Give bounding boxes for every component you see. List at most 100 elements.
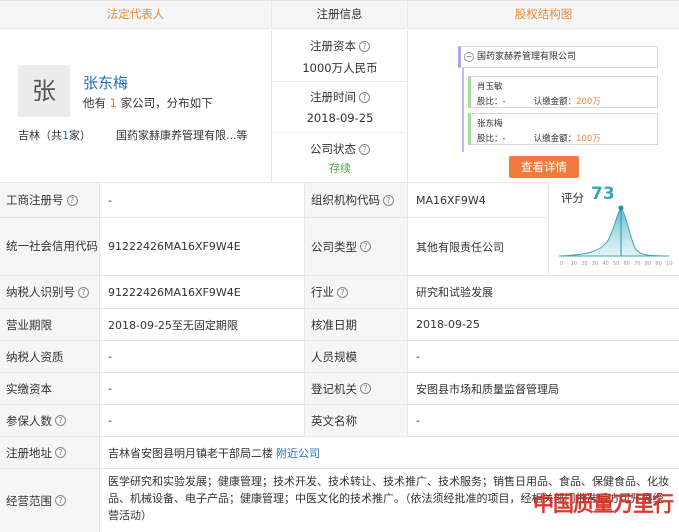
field-value: - <box>100 183 305 217</box>
field-value: - <box>100 405 305 436</box>
field-label: 人员规模 <box>305 341 408 372</box>
equity-root-node: − 国药家赫养管理有限公司 <box>458 46 658 68</box>
equity-panel: − 国药家赫养管理有限公司 肖玉敏 股比：- 认缴金额：200万 张东梅 股比：-… <box>408 30 679 182</box>
status-label: 公司状态 <box>310 142 356 156</box>
avatar: 张 <box>18 65 70 117</box>
field-label: 公司类型? <box>305 218 408 275</box>
registration-panel: 注册资本? 1000万人民币 注册时间? 2018-09-25 公司状态? 存续 <box>272 30 408 182</box>
legal-rep-panel: 张 张东梅 他有 1 家公司，分布如下 吉林（共1家） 国药家赫康养管理有限..… <box>0 30 272 182</box>
field-value: 其他有限责任公司 <box>416 240 504 254</box>
ratio-value: - <box>502 97 506 107</box>
equity-chart[interactable]: − 国药家赫养管理有限公司 肖玉敏 股比：- 认缴金额：200万 张东梅 股比：-… <box>448 46 660 152</box>
divider <box>272 81 408 82</box>
field-label: 行业? <box>305 276 408 308</box>
help-icon[interactable]: ? <box>78 286 89 298</box>
help-icon[interactable]: ? <box>359 41 370 52</box>
legal-rep-location: 吉林（共1家） <box>18 127 91 143</box>
amount-value: 200万 <box>576 97 601 107</box>
shareholder-card: 张东梅 股比：- 认缴金额：100万 <box>468 113 658 145</box>
header-row: 法定代表人 注册信息 股权结构图 <box>0 1 679 29</box>
axis-tick-label: 10 <box>571 261 577 267</box>
time-label: 注册时间 <box>310 90 356 104</box>
field-label: 纳税人资质 <box>0 341 100 372</box>
shareholder-name: 张东梅 <box>477 119 503 129</box>
table-row: 营业期限 2018-09-25至无固定期限 核准日期 2018-09-25 <box>0 309 679 341</box>
score-value: 73 <box>591 184 615 204</box>
axis-tick-label: 80 <box>645 261 651 267</box>
desc-count: 1 <box>109 96 117 110</box>
ratio-value: - <box>502 134 506 144</box>
help-icon[interactable]: ? <box>383 194 394 206</box>
help-icon[interactable]: ? <box>359 92 370 103</box>
field-label: 统一社会信用代码 <box>0 218 100 275</box>
table-row: 注册地址? 吉林省安图县明月镇老干部局二楼 附近公司 <box>0 437 679 469</box>
amount-label: 认缴金额： <box>533 97 577 107</box>
ratio-label: 股比： <box>477 134 503 144</box>
legal-rep-company[interactable]: 国药家赫康养管理有限...等 <box>116 127 248 143</box>
legal-rep-header: 法定代表人 <box>0 1 272 29</box>
help-icon[interactable]: ? <box>55 447 66 458</box>
ratio-label: 股比： <box>477 97 503 107</box>
score-marker-dot <box>618 205 624 211</box>
legal-rep-name[interactable]: 张东梅 <box>83 72 128 93</box>
table-row: 参保人数? - 英文名称 - <box>0 405 679 437</box>
axis-tick-label: 30 <box>592 261 598 267</box>
equity-header[interactable]: 股权结构图 <box>408 1 679 29</box>
table-row: 实缴资本 - 登记机关? 安图县市场和质量监督管理局 <box>0 373 679 405</box>
amount-label: 认缴金额： <box>533 134 577 144</box>
status-value: 存续 <box>329 162 351 175</box>
view-details-button[interactable]: 查看详情 <box>509 156 579 178</box>
axis-tick-label: 20 <box>581 261 587 267</box>
watermark-logo: 中国质量万里行 <box>533 491 674 516</box>
axis-tick-label: 40 <box>602 261 608 267</box>
field-value: - <box>100 341 305 372</box>
axis-tick-label: 90 <box>655 261 661 267</box>
collapse-icon[interactable]: − <box>464 52 474 62</box>
score-panel: 评分 73 0102030405060708090100 <box>548 182 679 275</box>
help-icon[interactable]: ? <box>360 383 371 394</box>
field-label: 登记机关? <box>305 373 408 404</box>
shareholder-name: 肖玉敏 <box>477 82 503 92</box>
field-value: 91222426MA16XF9W4E <box>100 276 305 308</box>
field-value: 2018-09-25至无固定期限 <box>100 309 305 340</box>
capital-value: 1000万人民币 <box>302 61 378 75</box>
field-label: 核准日期 <box>305 309 408 340</box>
time-value: 2018-09-25 <box>306 111 374 125</box>
divider <box>272 132 408 133</box>
location-count: 1 <box>62 129 69 142</box>
time-block: 注册时间? 2018-09-25 <box>272 89 408 125</box>
axis-tick-label: 0 <box>560 261 563 267</box>
field-value: 安图县市场和质量监督管理局 <box>416 382 559 396</box>
address-value: 吉林省安图县明月镇老干部局二楼 <box>108 446 273 460</box>
axis-tick-label: 50 <box>613 261 619 267</box>
field-label: 实缴资本 <box>0 373 100 404</box>
field-label: 注册地址? <box>0 437 100 468</box>
field-label: 经营范围? <box>0 469 100 532</box>
help-icon[interactable]: ? <box>66 194 78 206</box>
shareholder-card: 肖玉敏 股比：- 认缴金额：200万 <box>468 76 658 108</box>
help-icon[interactable]: ? <box>337 286 348 298</box>
field-label: 营业期限 <box>0 309 100 340</box>
help-icon[interactable]: ? <box>55 415 66 426</box>
help-icon[interactable]: ? <box>55 495 66 506</box>
amount-value: 100万 <box>576 134 601 144</box>
field-value: 2018-09-25 <box>416 318 480 331</box>
status-block: 公司状态? 存续 <box>272 141 408 176</box>
field-label: 组织机构代码? <box>305 183 408 217</box>
axis-tick-label: 70 <box>634 261 640 267</box>
field-value: 吉林省安图县明月镇老干部局二楼 附近公司 <box>100 437 679 468</box>
field-value: - <box>416 350 420 363</box>
help-icon[interactable]: ? <box>360 241 371 252</box>
axis-tick-label: 100 <box>666 261 673 267</box>
field-value: 91222426MA16XF9W4E <box>100 218 305 275</box>
capital-block: 注册资本? 1000万人民币 <box>272 38 408 76</box>
field-label: 工商注册号? <box>0 183 100 217</box>
connector-line <box>462 68 464 152</box>
nearby-companies-link[interactable]: 附近公司 <box>276 445 320 461</box>
field-value: - <box>416 414 420 427</box>
legal-rep-desc: 他有 1 家公司，分布如下 <box>83 95 213 111</box>
help-icon[interactable]: ? <box>359 144 370 155</box>
field-value: MA16XF9W4 <box>416 193 486 207</box>
field-label: 英文名称 <box>305 405 408 436</box>
capital-label: 注册资本 <box>310 39 356 53</box>
